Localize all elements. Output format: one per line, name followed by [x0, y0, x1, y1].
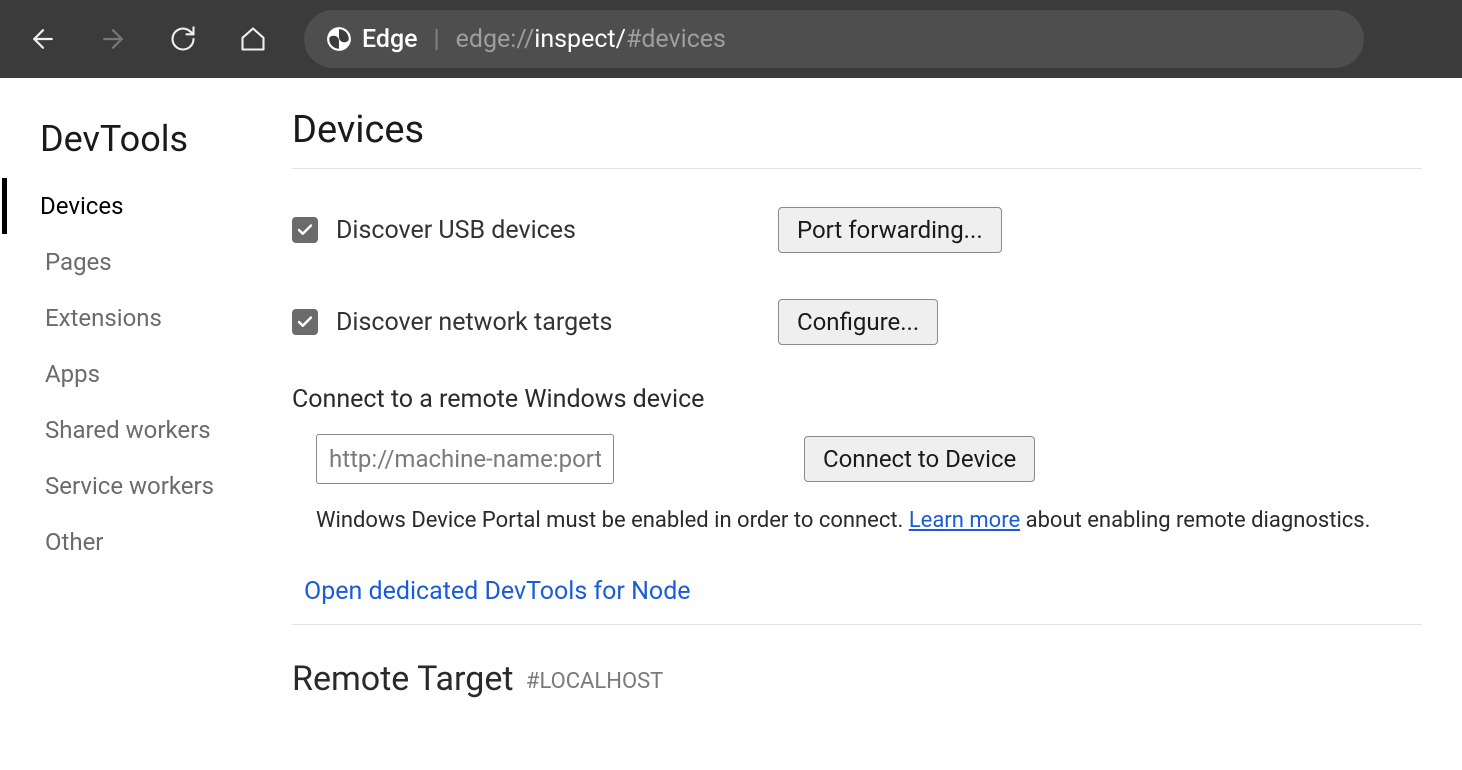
discover-usb-row: Discover USB devices Port forwarding... [292, 207, 1422, 253]
browser-toolbar: Edge | edge://inspect/#devices [0, 0, 1462, 78]
connect-row: Connect to Device [316, 434, 1422, 484]
address-url: edge://inspect/#devices [456, 25, 726, 54]
port-forwarding-button[interactable]: Port forwarding... [778, 207, 1002, 253]
remote-target-heading: Remote Target #LOCALHOST [292, 659, 1422, 699]
sidebar-item-label: Apps [45, 360, 100, 388]
remote-device-url-input[interactable] [316, 434, 614, 484]
check-icon [296, 221, 314, 239]
address-bar[interactable]: Edge | edge://inspect/#devices [304, 10, 1364, 68]
page-title: Devices [292, 108, 1422, 169]
address-separator: | [434, 25, 440, 54]
open-devtools-node-link[interactable]: Open dedicated DevTools for Node [292, 569, 1422, 625]
check-icon [296, 313, 314, 331]
refresh-button[interactable] [152, 8, 214, 70]
discover-usb-checkbox[interactable] [292, 217, 318, 243]
content: Devices Discover USB devices Port forwar… [280, 98, 1462, 699]
forward-button[interactable] [82, 8, 144, 70]
sidebar-item-label: Other [45, 528, 103, 556]
sidebar-item-label: Pages [45, 248, 112, 276]
sidebar-item-devices[interactable]: Devices [2, 178, 280, 234]
sidebar-item-other[interactable]: Other [2, 514, 280, 570]
connect-to-device-button[interactable]: Connect to Device [804, 436, 1035, 482]
browser-label: Edge [362, 25, 418, 54]
sidebar-item-label: Extensions [45, 304, 162, 332]
sidebar-item-pages[interactable]: Pages [2, 234, 280, 290]
back-button[interactable] [12, 8, 74, 70]
discover-network-label: Discover network targets [336, 308, 612, 337]
edge-badge: Edge [326, 25, 418, 54]
sidebar: DevTools Devices Pages Extensions Apps S… [0, 98, 280, 699]
sidebar-item-apps[interactable]: Apps [2, 346, 280, 402]
discover-usb-label: Discover USB devices [336, 216, 576, 245]
discover-network-row: Discover network targets Configure... [292, 299, 1422, 345]
sidebar-item-service-workers[interactable]: Service workers [2, 458, 280, 514]
sidebar-item-extensions[interactable]: Extensions [2, 290, 280, 346]
sidebar-item-shared-workers[interactable]: Shared workers [2, 402, 280, 458]
remote-target-tag: #LOCALHOST [526, 669, 663, 694]
remote-windows-helper-text: Windows Device Portal must be enabled in… [316, 508, 1422, 533]
sidebar-title: DevTools [2, 118, 280, 178]
configure-button[interactable]: Configure... [778, 299, 938, 345]
edge-logo-icon [326, 26, 352, 52]
discover-network-checkbox[interactable] [292, 309, 318, 335]
remote-target-title: Remote Target [292, 659, 513, 699]
sidebar-item-label: Devices [40, 192, 123, 220]
sidebar-item-label: Shared workers [45, 416, 211, 444]
learn-more-link[interactable]: Learn more [909, 508, 1020, 533]
home-button[interactable] [222, 8, 284, 70]
sidebar-item-label: Service workers [45, 472, 214, 500]
remote-windows-section-label: Connect to a remote Windows device [292, 385, 1422, 414]
